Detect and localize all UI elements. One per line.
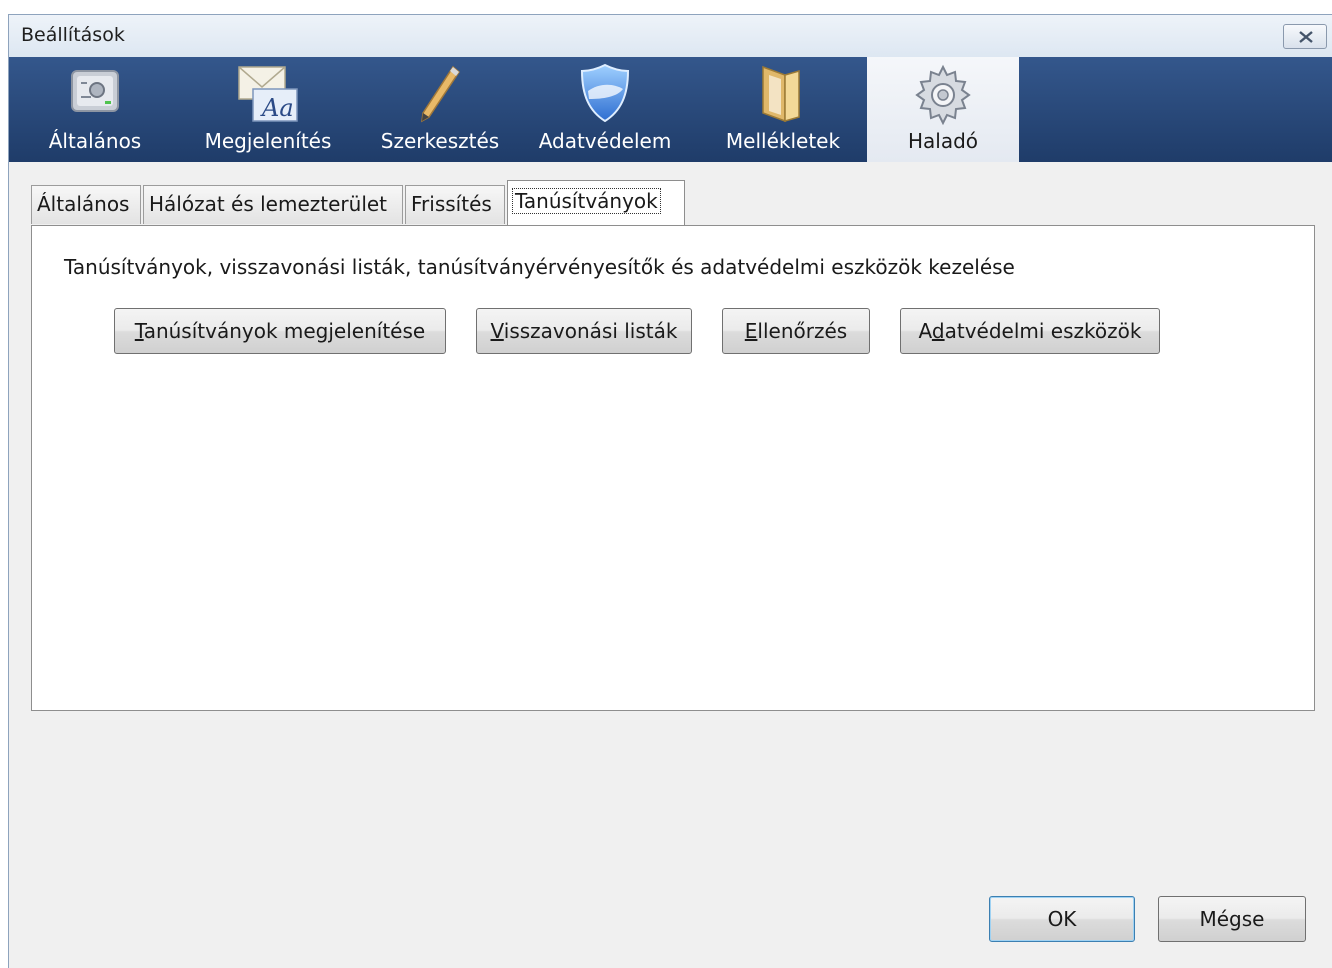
close-button[interactable] — [1283, 24, 1327, 49]
toolbar-item-general[interactable]: Általános — [33, 57, 157, 162]
toolbar-item-advanced[interactable]: Haladó — [867, 57, 1019, 162]
toolbar-item-label: Általános — [48, 129, 142, 153]
folder-icon — [762, 65, 800, 123]
tab-update[interactable]: Frissítés — [405, 185, 505, 224]
certificates-description: Tanúsítványok, visszavonási listák, tanú… — [64, 255, 1015, 279]
preferences-window: Beállítások Általános Aa Megjelenítés Sz… — [8, 14, 1332, 968]
toolbar-item-label: Mellékletek — [725, 129, 841, 153]
preferences-toolbar: Általános Aa Megjelenítés Szerkesztés Ad… — [9, 57, 1332, 162]
toolbar-item-label: Megjelenítés — [204, 129, 332, 153]
tab-general[interactable]: Általános — [31, 185, 141, 224]
toolbar-item-display[interactable]: Aa Megjelenítés — [187, 57, 349, 162]
shield-icon — [580, 63, 630, 123]
security-devices-button[interactable]: Adatvédelmi eszközök — [900, 308, 1160, 354]
toolbar-item-edit[interactable]: Szerkesztés — [371, 57, 509, 162]
svg-text:Aa: Aa — [260, 94, 294, 122]
toolbar-item-label: Adatvédelem — [538, 129, 672, 153]
certificates-panel: Tanúsítványok, visszavonási listák, tanú… — [31, 225, 1315, 711]
display-icon: Aa — [238, 66, 298, 122]
toolbar-item-label: Szerkesztés — [380, 129, 500, 153]
toolbar-item-label: Haladó — [907, 129, 979, 153]
validation-button[interactable]: Ellenőrzés — [722, 308, 870, 354]
pencil-icon — [421, 65, 460, 123]
view-certificates-button[interactable]: Tanúsítványok megjelenítése — [114, 308, 446, 354]
cancel-button[interactable]: Mégse — [1158, 896, 1306, 942]
general-icon — [71, 70, 119, 112]
tab-network[interactable]: Hálózat és lemezterület — [143, 185, 403, 224]
toolbar-item-attachments[interactable]: Mellékletek — [709, 57, 857, 162]
tab-certificates[interactable]: Tanúsítványok — [507, 180, 685, 225]
toolbar-item-privacy[interactable]: Adatvédelem — [527, 57, 683, 162]
title-bar: Beállítások — [9, 15, 1332, 57]
ok-button[interactable]: OK — [989, 896, 1135, 942]
window-title: Beállítások — [21, 24, 125, 46]
revocation-lists-button[interactable]: Visszavonási listák — [476, 308, 692, 354]
gear-icon — [915, 64, 971, 125]
close-icon — [1299, 31, 1313, 43]
